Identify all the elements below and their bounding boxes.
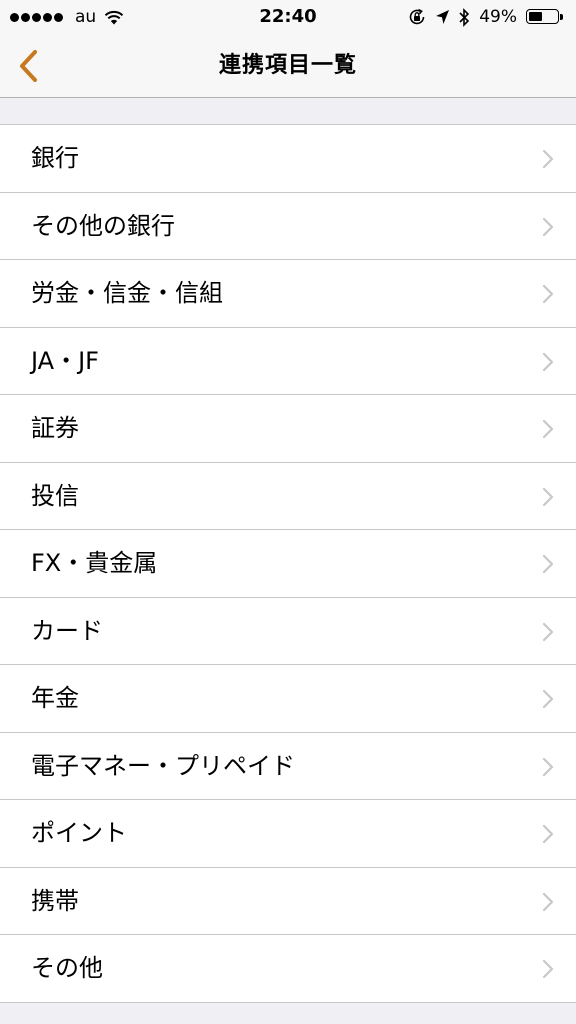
category-list: 銀行その他の銀行労金・信金・信組 JA・JF 証券投信 FX・貴金属 カード年金電子マネ… (0, 124, 576, 1003)
battery-percent: 49% (479, 7, 517, 27)
list-item-label: 年金 (31, 684, 79, 712)
list-item-label: 携帯 (31, 886, 79, 915)
status-right: 49% (408, 0, 566, 34)
location-icon (436, 10, 450, 24)
chevron-right-icon (542, 487, 554, 506)
chevron-right-icon (542, 622, 554, 641)
list-item-label: 投信 (31, 481, 79, 510)
list-item[interactable]: その他 (0, 935, 576, 1003)
list-item[interactable]: 電子マネー・プリペイド (0, 732, 576, 800)
chevron-right-icon (542, 419, 554, 439)
list-item[interactable]: 年金 (0, 665, 576, 733)
battery-icon (526, 8, 566, 26)
back-button[interactable] (8, 42, 48, 90)
chevron-right-icon (542, 217, 554, 236)
list-item-label: その他 (31, 954, 103, 982)
list-item[interactable]: 投信 (0, 462, 576, 530)
list-item[interactable]: 労金・信金・信組 (0, 260, 576, 328)
chevron-right-icon (542, 757, 554, 776)
list-item-label: 電子マネー・プリペイド (31, 751, 295, 780)
list-item-label: その他の銀行 (31, 211, 175, 240)
chevron-right-icon (542, 959, 554, 979)
screen: au 22:40 49% 連携項目一覧 銀行 その他の銀行 労金・信金・信組 J… (0, 0, 576, 1024)
chevron-right-icon (542, 689, 554, 709)
list-item-label: カード (31, 616, 103, 645)
list-item[interactable]: ポイント (0, 800, 576, 868)
orientation-lock-icon (409, 8, 425, 25)
list-item-label: ポイント (31, 819, 127, 847)
chevron-left-icon (20, 50, 37, 82)
status-bar: au 22:40 49% (0, 0, 576, 34)
page-title: 連携項目一覧 (218, 53, 357, 78)
bluetooth-icon (459, 7, 470, 27)
chevron-right-icon (542, 352, 554, 371)
list-item-label: 証券 (31, 414, 79, 442)
list-item-label: 銀行 (31, 144, 79, 172)
chevron-right-icon (542, 892, 554, 911)
chevron-right-icon (542, 554, 554, 574)
navigation-bar: 連携項目一覧 (0, 34, 576, 98)
list-item[interactable]: その他の銀行 (0, 192, 576, 260)
list-item[interactable]: 銀行 (0, 125, 576, 193)
chevron-right-icon (542, 149, 554, 169)
list-item-label: FX・貴金属 (31, 549, 158, 577)
list-item[interactable]: 証券 (0, 395, 576, 463)
list-item-label: JA・JF (31, 346, 99, 375)
list-item-label: 労金・信金・信組 (31, 279, 223, 307)
chevron-right-icon (542, 824, 554, 844)
list-item[interactable]: FX・貴金属 (0, 530, 576, 598)
list-item[interactable]: カード (0, 597, 576, 665)
chevron-right-icon (542, 284, 554, 304)
list-item[interactable]: 携帯 (0, 867, 576, 935)
list-item[interactable]: JA・JF (0, 327, 576, 395)
